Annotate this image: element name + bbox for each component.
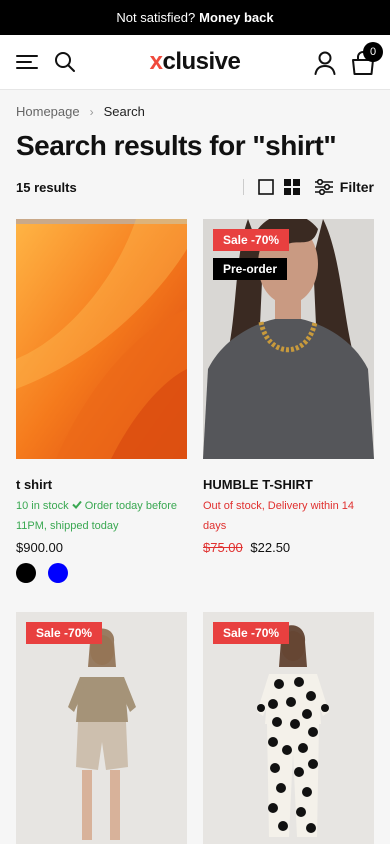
product-name[interactable]: HUMBLE T-SHIRT — [203, 477, 374, 492]
product-image[interactable]: Sale -70% — [203, 612, 374, 844]
toolbar-divider — [242, 179, 244, 195]
product-image[interactable] — [16, 219, 187, 459]
stock-status: Out of stock, Delivery within 14 days — [203, 500, 355, 532]
check-icon — [71, 500, 85, 512]
product-image[interactable]: Sale -70% — [16, 612, 187, 844]
product-card[interactable]: t shirt 10 in stock Order today before 1… — [16, 219, 187, 583]
sale-price: $22.50 — [250, 540, 291, 555]
product-card[interactable]: Sale -70% — [16, 612, 187, 844]
product-name[interactable]: t shirt — [16, 477, 187, 492]
account-icon[interactable] — [314, 51, 336, 80]
breadcrumb-current: Search — [103, 104, 145, 119]
old-price: $75.00 — [203, 540, 243, 555]
product-card[interactable]: Sale -70% Pre-order HUMBLE T-SHIRT Out o… — [203, 219, 374, 555]
stock-status: 10 in stock Order today before 11PM, shi… — [16, 496, 187, 536]
preorder-badge: Pre-order — [213, 258, 288, 280]
sale-badge: Sale -70% — [26, 622, 103, 644]
site-header: xclusive — [0, 35, 390, 90]
color-swatch-blue[interactable] — [48, 563, 68, 583]
results-count: 15 results — [16, 179, 77, 195]
grid-view-icon[interactable] — [283, 179, 300, 195]
cart-count-badge: 0 — [363, 42, 383, 62]
product-card[interactable]: Sale -70% — [203, 612, 374, 844]
chevron-right-icon: › — [89, 104, 94, 119]
product-price: $900.00 — [16, 540, 63, 555]
sale-badge: Sale -70% — [213, 622, 290, 644]
stock-count: 10 in stock — [16, 500, 69, 512]
sale-badge: Sale -70% — [213, 229, 290, 251]
single-column-view-icon[interactable] — [257, 179, 274, 195]
results-toolbar: 15 results Filter — [16, 176, 374, 198]
color-swatches — [16, 563, 187, 583]
product-price: $75.00 $22.50 — [203, 540, 374, 555]
filter-icon — [314, 179, 334, 195]
announcement-bold: Money back — [199, 10, 274, 25]
filter-button[interactable]: Filter — [314, 179, 374, 195]
logo-text: clusive — [162, 48, 241, 75]
breadcrumb-home[interactable]: Homepage — [16, 104, 80, 119]
announcement-bar: Not satisfied? Money back — [0, 0, 390, 35]
breadcrumb: Homepage › Search — [16, 104, 145, 119]
announcement-text: Not satisfied? — [116, 10, 196, 25]
page-title: Search results for "shirt" — [16, 130, 337, 161]
logo-x: x — [149, 48, 163, 75]
product-image[interactable]: Sale -70% Pre-order — [203, 219, 374, 459]
filter-label: Filter — [339, 179, 374, 195]
color-swatch-black[interactable] — [16, 563, 36, 583]
